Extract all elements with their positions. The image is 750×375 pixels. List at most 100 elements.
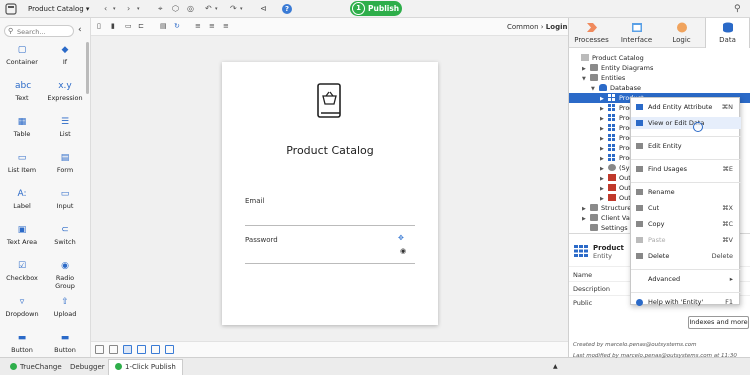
- tool-upload[interactable]: ⇧ Upload: [43, 296, 87, 318]
- tool-list[interactable]: ☰ List: [43, 116, 87, 138]
- password-field[interactable]: [245, 263, 415, 264]
- tool-form[interactable]: ▤ Form: [43, 152, 87, 174]
- outsystems-app-icon[interactable]: [5, 3, 17, 15]
- back-dropdown-icon[interactable]: ▾: [113, 3, 116, 15]
- tablet-icon[interactable]: ▮: [111, 22, 115, 30]
- screen-canvas[interactable]: Product Catalog Email Password ✥ ◉: [91, 36, 568, 341]
- tree-item[interactable]: Product Catalog: [569, 53, 750, 63]
- tool-label[interactable]: A: Label: [0, 188, 44, 210]
- tree-item-label: Database: [610, 84, 642, 92]
- tree-item[interactable]: ▶ Entity Diagrams: [569, 63, 750, 73]
- grid-icon: [636, 120, 643, 126]
- indexes-and-more-button[interactable]: Indexes and more: [688, 316, 749, 329]
- tool-if[interactable]: ◆ If: [43, 44, 87, 66]
- tab-interface[interactable]: Interface: [614, 18, 659, 48]
- cube-icon[interactable]: ⬡: [172, 3, 179, 15]
- tab-debugger[interactable]: Debugger: [70, 361, 105, 373]
- tool-button[interactable]: ▬ Button: [43, 332, 87, 354]
- db-icon: [599, 84, 607, 91]
- description-property-label: Description: [573, 285, 611, 293]
- collapse-toolbox-icon[interactable]: ‹: [78, 25, 82, 35]
- menu-item-label: Add Entity Attribute: [648, 103, 713, 111]
- tool-text-area[interactable]: ▣ Text Area: [0, 224, 44, 246]
- tool-button[interactable]: ▬ Button: [0, 332, 44, 354]
- align-left-icon[interactable]: ≡: [195, 22, 201, 30]
- expand-panel-icon[interactable]: ▲: [553, 361, 558, 373]
- tab-processes[interactable]: Processes: [569, 18, 614, 48]
- tool-table[interactable]: ▦ Table: [0, 116, 44, 138]
- trash-icon: [636, 253, 643, 259]
- login-screen-preview[interactable]: Product Catalog Email Password ✥ ◉: [222, 62, 438, 325]
- menu-item-add-entity-attribute[interactable]: Add Entity Attribute ⌘N: [631, 101, 741, 113]
- folder-icon: [590, 64, 598, 71]
- tool-input[interactable]: ▭ Input: [43, 188, 87, 210]
- landscape-icon[interactable]: ⊏: [138, 22, 144, 30]
- full-view-icon[interactable]: [165, 345, 174, 354]
- menu-item-paste[interactable]: Paste ⌘V: [631, 234, 741, 246]
- tab-logic[interactable]: Logic: [659, 18, 704, 48]
- eye-icon[interactable]: ◉: [400, 247, 406, 255]
- pin-icon[interactable]: ⌖: [158, 3, 163, 15]
- menu-item-help-with-entity[interactable]: Help with 'Entity' F1: [631, 296, 741, 308]
- tool-checkbox[interactable]: ☑ Checkbox: [0, 260, 44, 282]
- help-icon[interactable]: ?: [282, 4, 292, 14]
- target-icon[interactable]: ◎: [187, 3, 194, 15]
- tree-item[interactable]: ▼ Database: [569, 83, 750, 93]
- toolbox-search[interactable]: ⚲: [4, 25, 74, 37]
- layout-view-icon[interactable]: [123, 345, 132, 354]
- menu-item-rename[interactable]: Rename: [631, 186, 741, 198]
- menu-item-find-usages[interactable]: Find Usages ⌘E: [631, 163, 741, 175]
- align-center-icon[interactable]: ≡: [209, 22, 215, 30]
- tool-radio-group[interactable]: ◉ Radio Group: [43, 260, 87, 290]
- forward-icon[interactable]: ›: [127, 3, 130, 15]
- monitor-icon[interactable]: ▭: [125, 22, 132, 30]
- menu-item-view-or-edit-data[interactable]: View or Edit Data: [631, 117, 741, 129]
- menu-item-cut[interactable]: Cut ⌘X: [631, 202, 741, 214]
- undo-icon[interactable]: ↶: [205, 3, 212, 15]
- publish-label: Publish: [368, 4, 400, 13]
- theme-icon[interactable]: ▤: [160, 22, 167, 30]
- fit-view-icon[interactable]: [109, 345, 118, 354]
- tool-label: Button: [11, 346, 33, 354]
- tab-processes-label: Processes: [574, 36, 609, 44]
- search-icon[interactable]: ⚲: [734, 3, 741, 15]
- menu-item-delete[interactable]: Delete Delete: [631, 250, 741, 262]
- tool-container[interactable]: ▢ Container: [0, 44, 44, 66]
- widget-anchor-icon[interactable]: ✥: [398, 234, 404, 242]
- email-field[interactable]: [245, 225, 415, 226]
- tab-truechange[interactable]: TrueChange: [10, 361, 62, 373]
- menu-item-copy[interactable]: Copy ⌘C: [631, 218, 741, 230]
- module-selector[interactable]: Product Catalog ▾: [28, 3, 89, 15]
- pencil-icon: [636, 189, 643, 195]
- tool-list-item[interactable]: ▭ List Item: [0, 152, 44, 174]
- megaphone-icon[interactable]: ⊲: [260, 3, 267, 15]
- password-label: Password: [245, 236, 278, 244]
- tree-item[interactable]: ▼ Entities: [569, 73, 750, 83]
- tab-data[interactable]: Data: [705, 18, 750, 49]
- tool-dropdown[interactable]: ▿ Dropdown: [0, 296, 44, 318]
- tool-switch[interactable]: ⊂ Switch: [43, 224, 87, 246]
- panel-view-icon[interactable]: [151, 345, 160, 354]
- split-view-icon[interactable]: [137, 345, 146, 354]
- redo-icon[interactable]: ↷: [230, 3, 237, 15]
- redo-dropdown-icon[interactable]: ▾: [240, 3, 243, 15]
- phone-icon[interactable]: ▯: [97, 22, 101, 30]
- publish-button[interactable]: 1 Publish: [350, 1, 402, 16]
- undo-dropdown-icon[interactable]: ▾: [215, 3, 218, 15]
- toolbox-search-input[interactable]: [17, 27, 72, 36]
- back-icon[interactable]: ‹: [104, 3, 107, 15]
- menu-item-advanced[interactable]: Advanced ▸: [631, 273, 741, 285]
- folder-icon: [590, 224, 598, 231]
- label-icon: A:: [17, 189, 27, 199]
- collapse-view-icon[interactable]: [95, 345, 104, 354]
- tab-1-click-publish[interactable]: 1-Click Publish: [108, 359, 183, 375]
- tab-logic-label: Logic: [672, 36, 691, 44]
- menu-item-edit-entity[interactable]: Edit Entity: [631, 140, 741, 152]
- breadcrumb-parent[interactable]: Common: [507, 23, 539, 31]
- tool-text[interactable]: abc Text: [0, 80, 44, 102]
- forward-dropdown-icon[interactable]: ▾: [137, 3, 140, 15]
- screen-title: Product Catalog: [286, 144, 374, 157]
- align-right-icon[interactable]: ≡: [223, 22, 229, 30]
- refresh-preview-icon[interactable]: ↻: [174, 22, 180, 30]
- tool-expression[interactable]: x.y Expression: [43, 80, 87, 102]
